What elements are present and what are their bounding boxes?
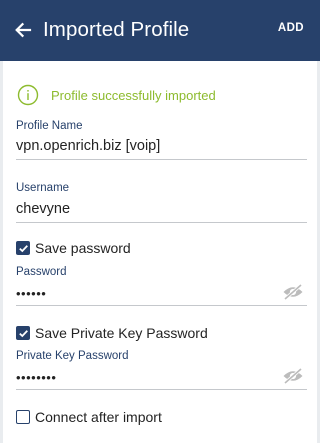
import-success-banner: Profile successfully imported bbox=[17, 83, 216, 107]
app-bar: Imported Profile ADD bbox=[0, 0, 320, 61]
checkbox-checked-icon bbox=[16, 241, 30, 255]
add-button[interactable]: ADD bbox=[278, 22, 304, 34]
checkbox-checked-icon bbox=[16, 326, 30, 340]
private-key-password-field[interactable]: •••••••• bbox=[16, 370, 56, 385]
toggle-private-key-password-visibility[interactable] bbox=[281, 367, 305, 385]
connect-after-import-checkbox[interactable]: Connect after import bbox=[16, 407, 162, 427]
profile-form: Profile successfully imported Profile Na… bbox=[3, 61, 317, 443]
username-label: Username bbox=[16, 182, 70, 194]
back-button[interactable] bbox=[11, 16, 35, 44]
profile-name-underline bbox=[16, 159, 307, 160]
eye-off-icon bbox=[283, 368, 303, 384]
page-title: Imported Profile bbox=[43, 18, 190, 41]
password-field[interactable]: •••••• bbox=[16, 286, 46, 301]
profile-name-label: Profile Name bbox=[16, 120, 83, 132]
toggle-password-visibility[interactable] bbox=[281, 283, 305, 301]
eye-off-icon bbox=[283, 284, 303, 300]
save-password-checkbox[interactable]: Save password bbox=[16, 238, 131, 258]
password-underline bbox=[16, 305, 307, 306]
success-message: Profile successfully imported bbox=[51, 87, 216, 103]
private-key-password-underline bbox=[16, 389, 307, 390]
save-private-key-password-checkbox[interactable]: Save Private Key Password bbox=[16, 323, 208, 343]
checkbox-unchecked-icon bbox=[16, 410, 30, 424]
private-key-password-label: Private Key Password bbox=[16, 350, 129, 362]
save-private-key-password-label: Save Private Key Password bbox=[35, 325, 208, 341]
save-password-label: Save password bbox=[35, 240, 131, 256]
username-field[interactable]: chevyne bbox=[16, 201, 70, 217]
connect-after-import-label: Connect after import bbox=[35, 409, 162, 425]
password-label: Password bbox=[16, 266, 67, 278]
info-circle-icon bbox=[17, 84, 39, 106]
arrow-left-icon bbox=[15, 22, 32, 38]
profile-name-field[interactable]: vpn.openrich.biz [voip] bbox=[16, 138, 160, 154]
username-underline bbox=[16, 222, 307, 223]
